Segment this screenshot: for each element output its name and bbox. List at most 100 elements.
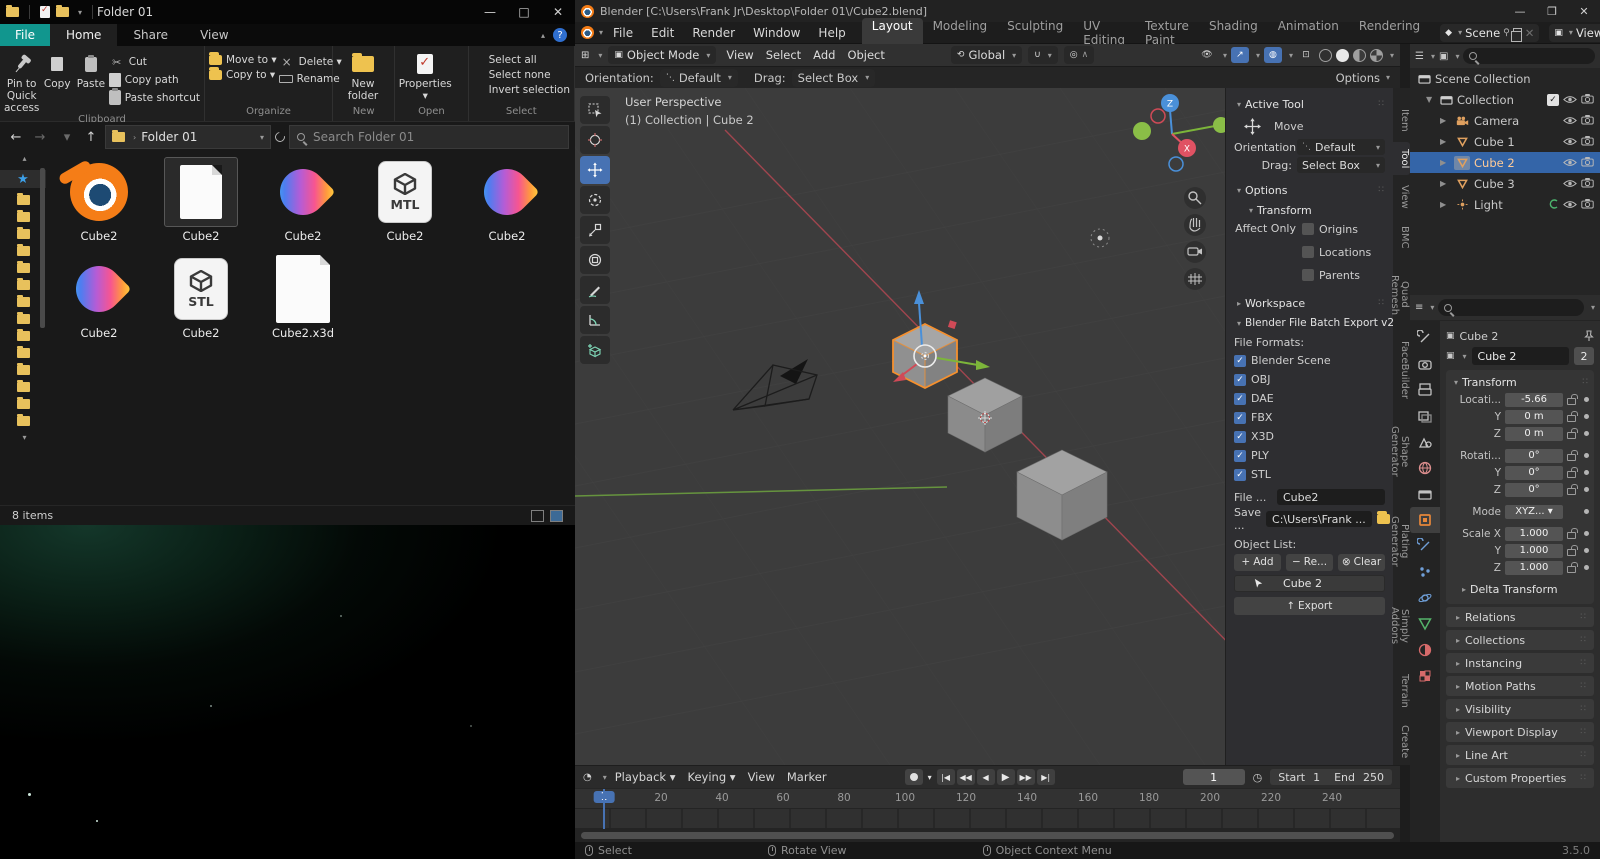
panel-visibility[interactable]: ▸ Visibility ∷ [1446,699,1594,719]
help-icon[interactable]: ? [553,28,567,42]
file-item[interactable]: Cube2 [458,158,556,255]
clear-button[interactable]: ⊗ Clear [1338,553,1385,571]
drag-dropdown[interactable]: Select Box ▾ [1297,157,1385,173]
menu-window[interactable]: Window [745,26,808,40]
filter-icon[interactable]: ☰ [1415,51,1424,62]
sidebar-tab-terrain[interactable]: Terrain [1393,667,1410,715]
hide-eye-icon[interactable] [1563,93,1577,107]
close-button[interactable]: ✕ [541,0,575,24]
chevron-up-icon[interactable]: ▴ [22,154,26,163]
add-button[interactable]: + Add [1234,553,1281,571]
animate-dot-icon[interactable] [1584,509,1589,514]
prev-keyframe-button[interactable]: ◀◀ [956,769,975,785]
panel-viewport-display[interactable]: ▸ Viewport Display ∷ [1446,722,1594,742]
format-option-x3d[interactable]: ✓ X3D [1234,427,1385,446]
transform-orientation-selector[interactable]: ⟲ Global ▾ [950,46,1023,64]
ortho-toggle-control[interactable] [1184,268,1206,290]
next-keyframe-button[interactable]: ▶▶ [1016,769,1035,785]
checkbox-unchecked[interactable] [1302,269,1314,281]
collapse-ribbon-icon[interactable]: ▴ [541,31,545,40]
ribbon-button-select-all[interactable]: Select all [473,54,570,66]
tab-particles[interactable] [1410,559,1440,585]
viewport-menu-add[interactable]: Add [813,48,835,62]
sidebar-tab-plating-generator[interactable]: Plating Generator [1389,497,1410,585]
copy-icon[interactable] [1510,28,1522,42]
checkbox-checked[interactable]: ✓ [1234,392,1246,405]
rotate-tool[interactable] [580,186,610,214]
checkbox-checked[interactable]: ✓ [1234,354,1246,367]
hide-eye-icon[interactable] [1563,135,1577,149]
lock-icon[interactable] [1567,467,1578,478]
animate-dot-icon[interactable] [1584,565,1589,570]
delta-transform-header[interactable]: ▸ Delta Transform [1451,580,1589,598]
lock-icon[interactable] [1567,411,1578,422]
sidebar-tab-bmc[interactable]: BMC [1393,219,1410,255]
end-value[interactable]: 250 [1363,771,1384,784]
refresh-icon[interactable] [273,130,287,144]
value-field[interactable]: 1.000 [1505,560,1563,575]
pinned-folder-icon[interactable] [16,193,30,205]
timeline-menu-keying[interactable]: Keying ▾ [688,770,736,784]
users-count-badge[interactable]: 2 [1574,347,1594,365]
file-item[interactable]: Cube2 [152,157,250,255]
sidebar-tab-tool[interactable]: Tool [1393,141,1410,176]
light-object[interactable] [1090,228,1110,248]
value-field[interactable]: 1.000 [1505,526,1563,541]
pinned-folder-icon[interactable] [16,278,30,290]
panel-collections[interactable]: ▸ Collections ∷ [1446,630,1594,650]
checkbox-unchecked[interactable] [1302,223,1314,235]
drag-setting-dropdown[interactable]: Select Box ▾ [791,68,876,87]
ribbon-button-paste-shortcut[interactable]: Paste shortcut [108,88,200,105]
transform-panel-header[interactable]: ▾ Transform ∷ [1451,373,1589,391]
checkbox-checked[interactable]: ✓ [1234,411,1246,424]
animate-dot-icon[interactable] [1584,531,1589,536]
format-option-dae[interactable]: ✓ DAE [1234,389,1385,408]
viewport-menu-select[interactable]: Select [766,48,801,62]
orientation-setting-dropdown[interactable]: ⋱ Default ▾ [659,68,738,87]
browse-folder-icon[interactable] [1376,511,1390,524]
outliner-item-light[interactable]: ▶ Light [1410,194,1600,215]
up-button[interactable]: ↑ [81,130,101,145]
rail-scrollbar[interactable] [40,168,45,328]
workspace-tab-animation[interactable]: Animation [1268,18,1349,48]
panel-instancing[interactable]: ▸ Instancing ∷ [1446,653,1594,673]
pinned-folder-icon[interactable] [16,312,30,324]
format-option-blender-scene[interactable]: ✓ Blender Scene [1234,351,1385,370]
disable-render-icon[interactable] [1581,156,1594,170]
panel-motion-paths[interactable]: ▸ Motion Paths ∷ [1446,676,1594,696]
pinned-folder-icon[interactable] [16,380,30,392]
format-option-obj[interactable]: ✓ OBJ [1234,370,1385,389]
lock-icon[interactable] [1567,484,1578,495]
ribbon-button-copy-path[interactable]: Copy path [105,70,200,87]
tab-scene[interactable] [1410,429,1440,455]
details-view-icon[interactable] [531,509,544,522]
animate-dot-icon[interactable] [1584,487,1589,492]
outliner-collection[interactable]: ▼ Collection ✓ [1410,89,1600,110]
value-field[interactable]: 0° [1505,482,1563,497]
format-option-ply[interactable]: ✓ PLY [1234,446,1385,465]
animate-dot-icon[interactable] [1584,548,1589,553]
pinned-folder-icon[interactable] [16,227,30,239]
file-item[interactable]: Cube2 [50,158,148,255]
move-tool[interactable] [580,156,610,184]
object-list-item[interactable]: Cube 2 [1234,575,1385,592]
menu-file[interactable]: File [605,26,641,40]
ribbon-button-copy[interactable]: Copy [41,50,73,90]
menu-edit[interactable]: Edit [643,26,682,40]
jump-to-end-button[interactable]: ▶| [1036,769,1055,785]
affect-option-locations[interactable]: Locations [1302,243,1371,261]
maximize-button[interactable]: □ [507,0,541,24]
viewlayer-selector[interactable]: ▣ ▾ ViewLayer ✕ [1549,23,1600,42]
snap-toggle[interactable]: ∪ ▾ [1028,46,1058,64]
batch-export-panel-header[interactable]: ▾ Blender File Batch Export v2 [1234,313,1393,333]
tab-output[interactable] [1410,377,1440,403]
timeline-menu-playback[interactable]: Playback ▾ [615,770,676,784]
expand-icon[interactable]: ▶ [1440,179,1450,188]
value-field[interactable]: 0° [1505,465,1563,480]
outliner-item-camera[interactable]: ▶ Camera [1410,110,1600,131]
animate-dot-icon[interactable] [1584,453,1589,458]
restore-button[interactable]: ❐ [1536,0,1568,22]
chevron-down-icon[interactable]: ▾ [78,8,82,17]
tab-viewlayer[interactable] [1410,403,1440,429]
tab-home[interactable]: Home [50,24,118,46]
